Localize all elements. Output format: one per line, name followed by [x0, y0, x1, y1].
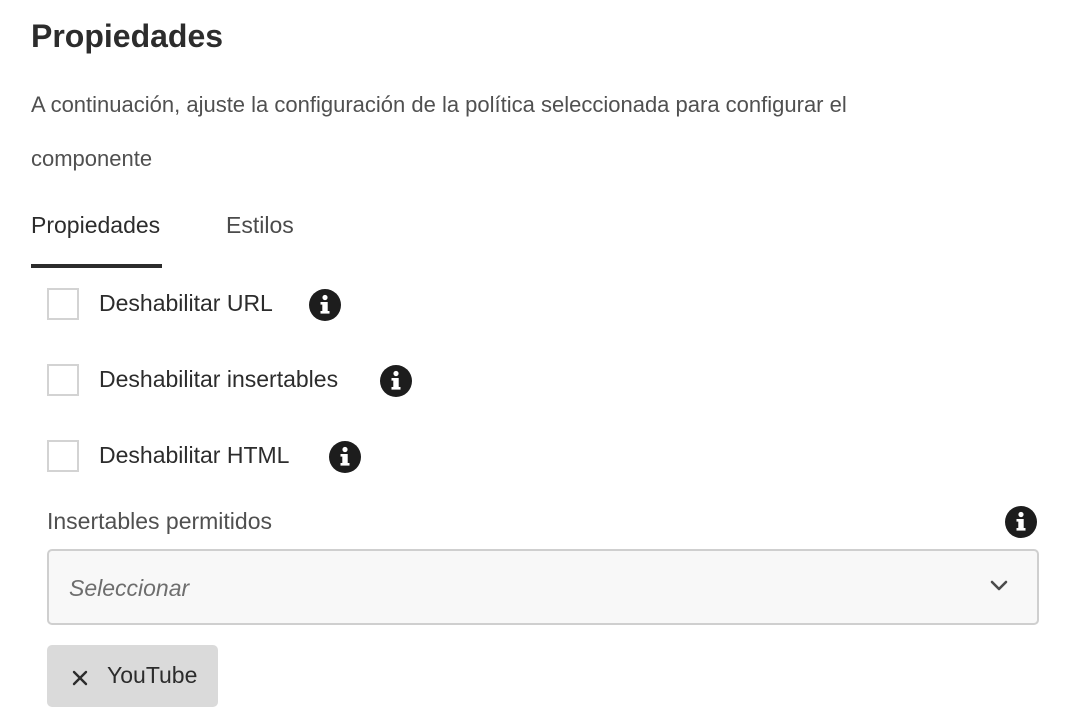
info-icon[interactable] — [309, 289, 341, 321]
disable-html-label: Deshabilitar HTML — [99, 442, 290, 468]
disable-embeds-label: Deshabilitar insertables — [99, 366, 339, 392]
allowed-embeds-label: Insertables permitidos — [47, 508, 272, 534]
disable-embeds-checkbox[interactable] — [47, 364, 79, 396]
disable-html-checkbox[interactable] — [47, 440, 79, 472]
disable-url-label: Deshabilitar URL — [99, 290, 273, 316]
select-placeholder: Seleccionar — [69, 575, 190, 601]
info-icon[interactable] — [1005, 506, 1037, 538]
close-icon[interactable] — [71, 669, 89, 687]
tab-properties[interactable]: Propiedades — [31, 212, 162, 268]
allowed-embeds-select[interactable]: Seleccionar — [47, 549, 1039, 625]
tag-label: YouTube — [107, 662, 198, 688]
disable-url-checkbox[interactable] — [47, 288, 79, 320]
info-icon[interactable] — [380, 365, 412, 397]
tab-styles[interactable]: Estilos — [226, 212, 294, 268]
page-description: A continuación, ajuste la configuración … — [31, 92, 847, 171]
tag-youtube: YouTube — [47, 645, 218, 707]
properties-panel: Propiedades A continuación, ajuste la co… — [0, 0, 1072, 712]
chevron-down-icon — [990, 580, 1008, 591]
page-title: Propiedades — [31, 18, 224, 54]
info-icon[interactable] — [329, 441, 361, 473]
